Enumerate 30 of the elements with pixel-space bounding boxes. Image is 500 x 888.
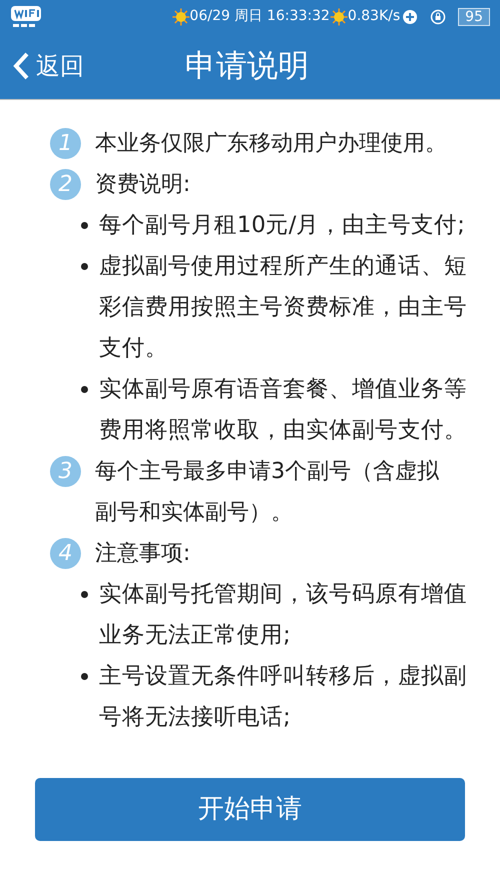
item-text: 本业务仅限广东移动用户办理使用。 (95, 130, 448, 158)
item-text: 每个主号最多申请3个副号（含虚拟副号和实体副号）。 (95, 458, 440, 527)
sun-icon (172, 8, 190, 26)
number-badge: 4 (50, 538, 81, 569)
page-title: 申请说明 (185, 46, 309, 86)
chevron-left-icon (12, 52, 30, 80)
bullet-icon (81, 673, 88, 680)
back-button[interactable]: 返回 (0, 48, 84, 84)
bullet-icon (81, 591, 88, 598)
number-badge: 1 (50, 128, 81, 159)
item-text: 注意事项: (95, 540, 192, 568)
sun-icon (330, 8, 348, 26)
rotation-lock-icon (430, 8, 446, 24)
status-date-time: 06/29 周日 16:33:32 (190, 7, 330, 26)
bullet-text: 实体副号原有语音套餐、增值业务等费用将照常收取，由实体副号支付。 (99, 375, 468, 445)
bullet-icon (81, 386, 88, 393)
number-badge: 3 (50, 456, 81, 487)
bullet-icon (81, 263, 88, 270)
bullet-text: 实体副号托管期间，该号码原有增值业务无法正常使用; (99, 580, 468, 650)
item-text: 资费说明: (95, 171, 192, 199)
number-badge: 2 (50, 169, 81, 200)
sync-icon (402, 8, 418, 24)
bullet-text: 主号设置无条件呼叫转移后，虚拟副号将无法接听电话; (99, 662, 468, 732)
bullet-text: 每个副号月租10元/月，由主号支付; (99, 211, 466, 240)
battery-level: 95 (458, 8, 490, 26)
start-application-button[interactable]: 开始申请 (35, 778, 465, 841)
bullet-text: 虚拟副号使用过程所产生的通话、短彩信费用按照主号资费标准，由主号支付。 (99, 252, 468, 363)
bullet-icon (81, 222, 88, 229)
wifi-icon (10, 4, 42, 28)
network-speed: 0.83K/s (348, 7, 400, 26)
